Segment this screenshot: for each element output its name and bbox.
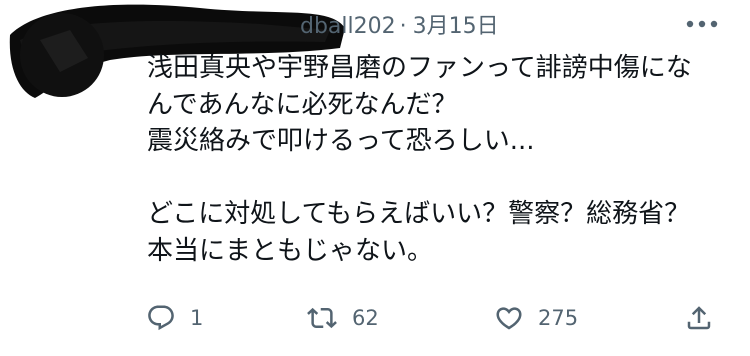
reply-icon (146, 303, 176, 333)
tweet-text-line: 浅田真央や宇野昌磨のファンって誹謗中傷にな (147, 53, 692, 83)
tweet-text-line: 本当にまともじゃない。 (147, 235, 434, 266)
tweet-action-bar: 1 62 275 (0, 296, 750, 340)
tweet-date[interactable]: 3月15日 (413, 14, 499, 39)
tweet: dball202 · 3月15日 浅田真央や宇野昌磨のファンって誹謗中傷にな んであ… (0, 0, 750, 356)
more-horizontal-icon[interactable] (684, 10, 720, 38)
like-count: 275 (538, 306, 579, 330)
tweet-header-meta: dball202 · 3月15日 (300, 8, 499, 40)
tweet-text-line: どこに対処してもらえばいい？警察？総務省？ (147, 199, 691, 229)
reply-button[interactable]: 1 (146, 296, 203, 340)
heart-icon (494, 303, 524, 333)
tweet-text-blank-line (147, 160, 727, 197)
retweet-icon (306, 303, 338, 333)
username-handle[interactable]: dball202 (300, 14, 396, 39)
tweet-text-line: 震災絡みで叩けるって恐ろしい... (147, 126, 535, 156)
share-icon (684, 303, 714, 333)
retweet-button[interactable]: 62 (306, 296, 379, 340)
reply-count: 1 (190, 306, 204, 330)
tweet-text-line: んであんなに必死なんだ？ (147, 89, 458, 120)
separator-dot: · (399, 14, 407, 39)
share-button[interactable] (684, 296, 714, 340)
tweet-text: 浅田真央や宇野昌磨のファンって誹謗中傷にな んであんなに必死なんだ？ 震災絡みで… (147, 50, 727, 269)
retweet-count: 62 (352, 306, 379, 330)
like-button[interactable]: 275 (494, 296, 578, 340)
